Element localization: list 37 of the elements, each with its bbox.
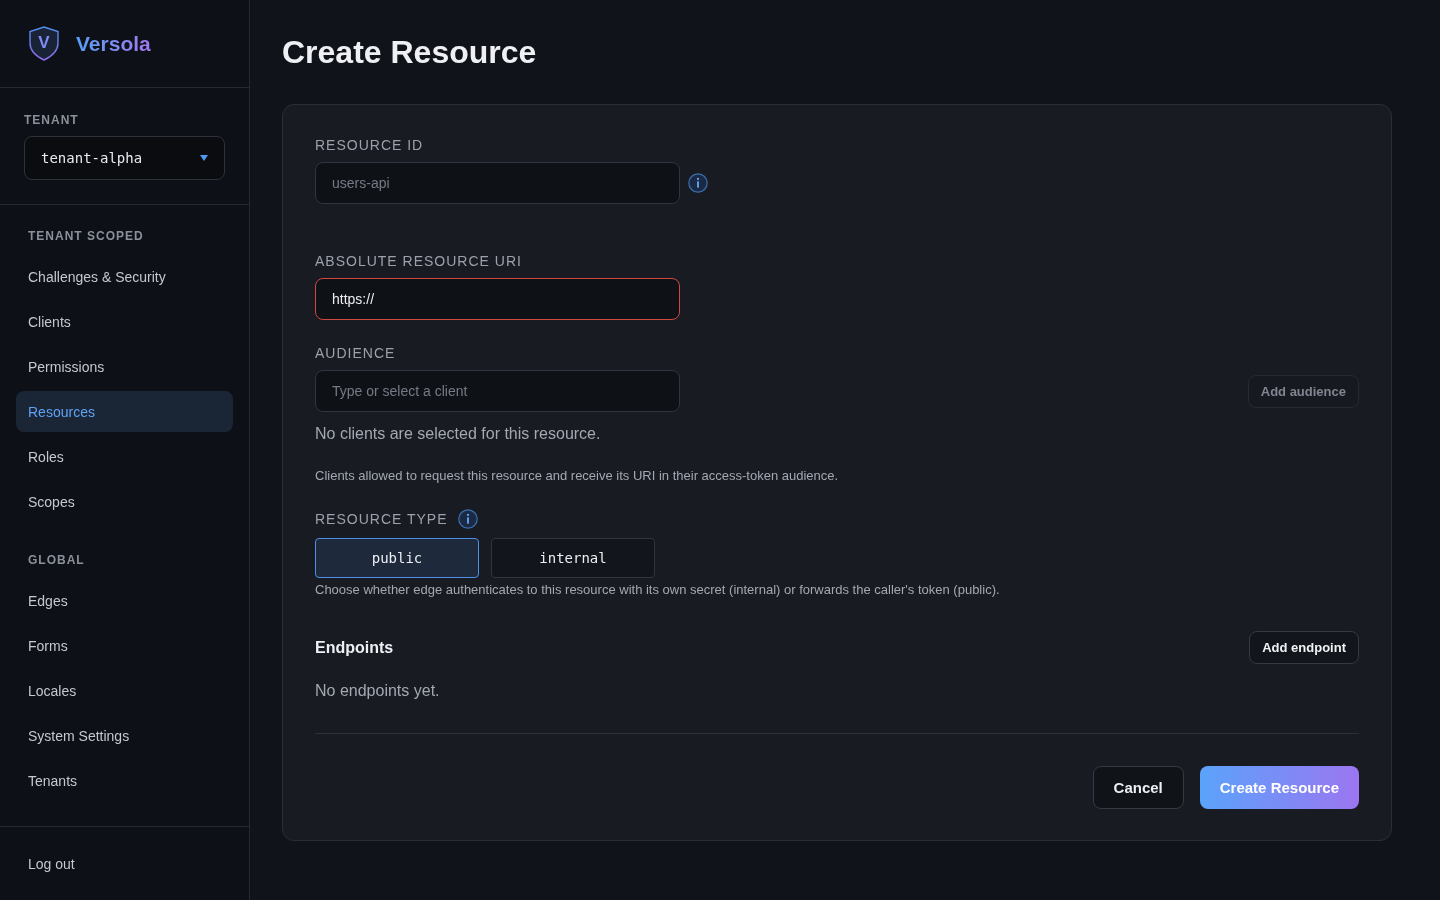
field-label: RESOURCE TYPE <box>315 510 448 528</box>
nav-item[interactable]: Edges <box>16 580 233 621</box>
field-label: RESOURCE ID <box>315 136 425 154</box>
input-field[interactable]: https:// <box>315 278 680 320</box>
page-title: Create Resource <box>282 33 538 72</box>
input-field[interactable]: Type or select a client <box>315 370 680 412</box>
segment-option[interactable]: public <box>315 538 479 578</box>
empty-message: No endpoints yet. <box>315 681 441 701</box>
nav-item[interactable]: Resources <box>16 391 233 432</box>
nav-item[interactable]: Forms <box>16 625 233 666</box>
tenant-label: TENANT <box>24 112 80 128</box>
info-icon[interactable] <box>688 173 708 193</box>
section-title: Endpoints <box>315 638 394 657</box>
info-icon[interactable] <box>457 509 478 529</box>
nav-item[interactable]: Clients <box>16 301 233 342</box>
nav-section-heading: GLOBAL <box>27 552 86 568</box>
add-endpoint-button[interactable]: Add endpoint <box>1249 631 1359 664</box>
nav-item[interactable]: Permissions <box>16 346 233 387</box>
logout-link[interactable]: Log out <box>28 855 75 872</box>
cancel-button[interactable]: Cancel <box>1092 766 1184 809</box>
help-text: Choose whether edge authenticates to this resource with its own secret (internal) or forwards the caller's token (public). <box>315 581 1001 599</box>
nav-item[interactable]: Challenges & Security <box>16 256 233 297</box>
segment-option[interactable]: internal <box>491 538 655 578</box>
nav-section-heading: TENANT SCOPED <box>27 228 145 244</box>
field-label: ABSOLUTE RESOURCE URI <box>315 252 523 270</box>
nav-item[interactable]: Roles <box>16 436 233 477</box>
nav-item[interactable]: Locales <box>16 670 233 711</box>
empty-message: No clients are selected for this resource. <box>315 424 602 444</box>
brand-logo: V <box>28 26 60 61</box>
tenant-select[interactable]: tenant-alpha <box>24 136 225 180</box>
caret-icon <box>200 155 208 161</box>
nav-item[interactable]: System Settings <box>16 715 233 756</box>
nav-item[interactable]: Scopes <box>16 481 233 522</box>
nav-item[interactable]: Tenants <box>16 760 233 801</box>
field-label: AUDIENCE <box>315 344 397 362</box>
input-field[interactable]: users-api <box>315 162 680 204</box>
help-text: Clients allowed to request this resource and receive its URI in their access-token audience. <box>315 467 840 485</box>
